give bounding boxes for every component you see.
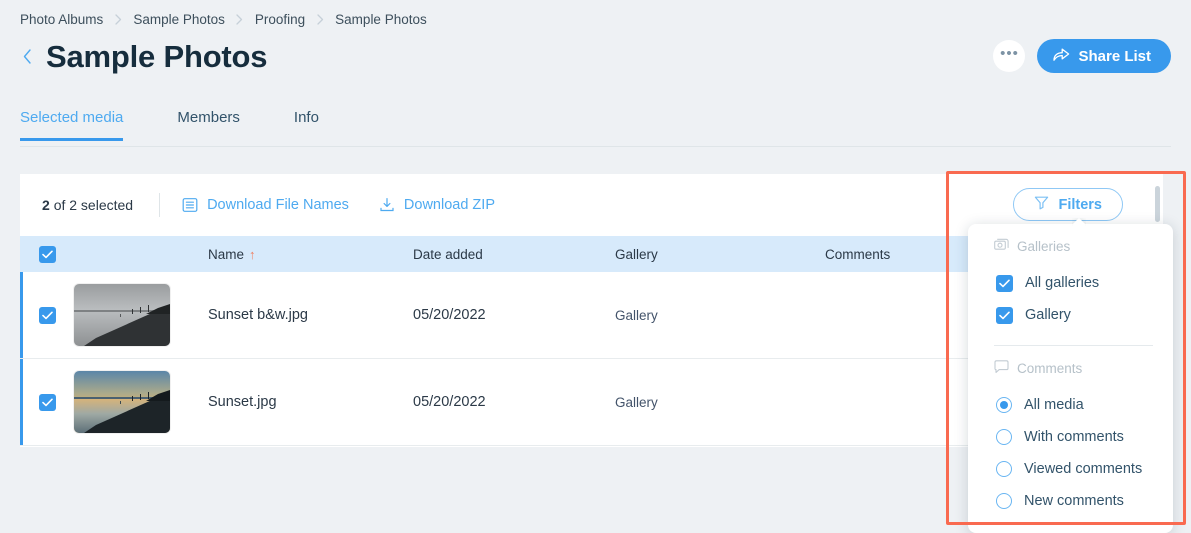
filter-radio[interactable]: [996, 493, 1012, 509]
download-file-names-button[interactable]: Download File Names: [182, 197, 349, 213]
breadcrumb-item-3[interactable]: Sample Photos: [335, 12, 427, 27]
share-icon: [1053, 47, 1070, 66]
filter-option-label: Gallery: [1025, 307, 1071, 323]
filters-dropdown-panel: Galleries All galleries Gallery Comments…: [968, 224, 1173, 533]
filter-option-with-comments[interactable]: With comments: [968, 421, 1173, 453]
tab-members[interactable]: Members: [177, 105, 240, 140]
filter-checkbox[interactable]: [996, 274, 1013, 292]
tab-bar: Selected media Members Info: [20, 105, 1171, 147]
tab-label: Info: [293, 109, 319, 126]
sort-ascending-icon: ↑: [249, 246, 256, 262]
more-options-button[interactable]: •••: [993, 40, 1026, 72]
tab-label: Members: [177, 109, 240, 126]
filter-section-label: Galleries: [1017, 239, 1071, 254]
tab-label: Selected media: [20, 109, 124, 126]
page-title: Sample Photos: [46, 38, 268, 74]
filter-radio[interactable]: [996, 461, 1012, 477]
filter-option-all-galleries[interactable]: All galleries: [968, 267, 1173, 299]
download-zip-button[interactable]: Download ZIP: [379, 197, 495, 213]
breadcrumb: Photo Albums Sample Photos Proofing Samp…: [20, 9, 427, 29]
select-all-cell: [20, 245, 74, 263]
funnel-icon: [1034, 195, 1049, 214]
row-thumbnail-cell: [74, 371, 208, 433]
filter-option-label: All media: [1024, 397, 1084, 413]
row-checkbox[interactable]: [38, 393, 56, 411]
row-selected-accent: [20, 272, 23, 358]
share-list-button[interactable]: Share List: [1037, 39, 1171, 73]
filter-option-label: All galleries: [1025, 275, 1100, 291]
filter-section-comments-title: Comments: [968, 360, 1173, 377]
filter-option-gallery[interactable]: Gallery: [968, 299, 1173, 331]
toolbar-divider: [159, 193, 161, 217]
filter-radio[interactable]: [996, 397, 1012, 413]
filter-radio[interactable]: [996, 429, 1012, 445]
breadcrumb-item-0[interactable]: Photo Albums: [20, 12, 103, 27]
chevron-left-icon[interactable]: [18, 45, 36, 67]
select-all-checkbox[interactable]: [38, 245, 56, 263]
selection-count-number: 2: [42, 197, 50, 213]
row-select-cell: [20, 393, 74, 411]
filter-checkbox[interactable]: [996, 306, 1013, 324]
breadcrumb-item-2[interactable]: Proofing: [255, 12, 305, 27]
row-file-name[interactable]: Sunset b&w.jpg: [208, 307, 413, 323]
tab-info[interactable]: Info: [294, 105, 319, 140]
filters-button[interactable]: Filters: [1013, 188, 1123, 221]
column-header-date-added[interactable]: Date added: [413, 247, 615, 262]
row-file-name[interactable]: Sunset.jpg: [208, 394, 413, 410]
chevron-right-icon: [305, 13, 335, 25]
list-scroll-thumb[interactable]: [1155, 186, 1160, 222]
filter-section-galleries-title: Galleries: [968, 238, 1173, 255]
row-checkbox[interactable]: [38, 306, 56, 324]
chevron-right-icon: [103, 13, 133, 25]
filter-option-label: With comments: [1024, 429, 1124, 445]
row-selected-accent: [20, 359, 23, 445]
row-select-cell: [20, 306, 74, 324]
header-actions: ••• Share List: [993, 39, 1171, 73]
download-file-names-label: Download File Names: [207, 197, 349, 213]
page-header: Sample Photos ••• Share List: [18, 34, 1171, 78]
filter-section-label: Comments: [1017, 361, 1083, 376]
dropdown-caret: [1072, 218, 1086, 226]
download-zip-label: Download ZIP: [403, 197, 495, 213]
download-icon: [379, 197, 395, 213]
filter-option-label: New comments: [1024, 493, 1124, 509]
filter-option-new-comments[interactable]: New comments: [968, 485, 1173, 517]
chevron-right-icon: [225, 13, 255, 25]
filter-option-viewed-comments[interactable]: Viewed comments: [968, 453, 1173, 485]
filter-option-label: Viewed comments: [1024, 461, 1143, 477]
row-thumbnail-cell: [74, 284, 208, 346]
column-header-name[interactable]: Name ↑: [208, 247, 413, 262]
share-list-label: Share List: [1078, 47, 1151, 65]
row-gallery: Gallery: [615, 307, 658, 323]
list-icon: [182, 197, 198, 213]
filter-divider: [994, 345, 1153, 346]
filter-option-all-media[interactable]: All media: [968, 389, 1173, 421]
breadcrumb-item-1[interactable]: Sample Photos: [133, 12, 225, 27]
filters-label: Filters: [1058, 196, 1102, 213]
row-date-added: 05/20/2022: [413, 394, 486, 410]
row-date-added: 05/20/2022: [413, 307, 486, 323]
selection-count: 2 of 2 selected: [42, 197, 133, 213]
gallery-icon: [994, 238, 1009, 255]
color-sunset-thumbnail[interactable]: [74, 371, 170, 433]
grayscale-seascape-thumbnail[interactable]: [74, 284, 170, 346]
row-gallery: Gallery: [615, 394, 658, 410]
column-header-gallery[interactable]: Gallery: [615, 247, 825, 262]
tab-selected-media[interactable]: Selected media: [20, 105, 124, 141]
column-header-name-label: Name: [208, 246, 245, 262]
comment-bubble-icon: [994, 360, 1009, 377]
selection-count-suffix: of 2 selected: [53, 197, 134, 213]
